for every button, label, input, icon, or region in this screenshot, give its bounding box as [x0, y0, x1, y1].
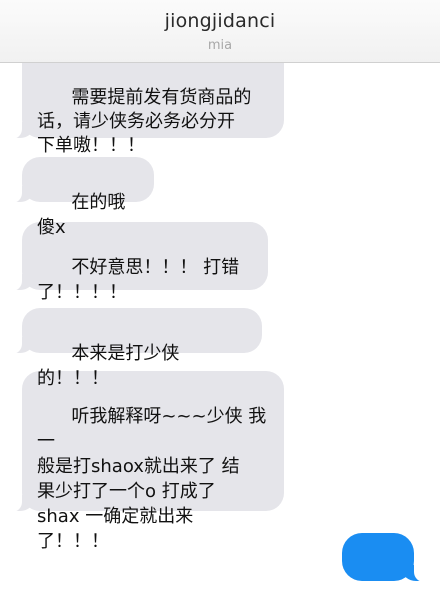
- chat-screen: 需要提前发有货商品的 话，请少侠务必务必分开 下单嗷！！！ 在的哦 傻x 不好意…: [0, 0, 440, 589]
- chat-header: jiongjidanci mia: [0, 0, 440, 63]
- message-bubble-received[interactable]: 在的哦 傻x: [10, 157, 154, 238]
- message-bubble-sent[interactable]: ......: [342, 533, 426, 582]
- message-text: 不好意思！！！ 打错 了！！！！: [37, 257, 240, 303]
- message-bubble-received[interactable]: 本来是打少侠的！！！: [10, 308, 262, 389]
- contact-subtitle: mia: [207, 38, 233, 53]
- message-text: 需要提前发有货商品的 话，请少侠务必务必分开 下单嗷！！！: [37, 87, 252, 156]
- message-text: 听我解释呀~~~少侠 我一 般是打shaox就出来了 结 果少打了一个o 打成了…: [37, 406, 267, 552]
- contact-name[interactable]: jiongjidanci: [0, 10, 440, 32]
- message-bubble-received[interactable]: 听我解释呀~~~少侠 我一 般是打shaox就出来了 结 果少打了一个o 打成了…: [10, 371, 284, 552]
- conversation-view[interactable]: 需要提前发有货商品的 话，请少侠务必务必分开 下单嗷！！！ 在的哦 傻x 不好意…: [0, 0, 440, 589]
